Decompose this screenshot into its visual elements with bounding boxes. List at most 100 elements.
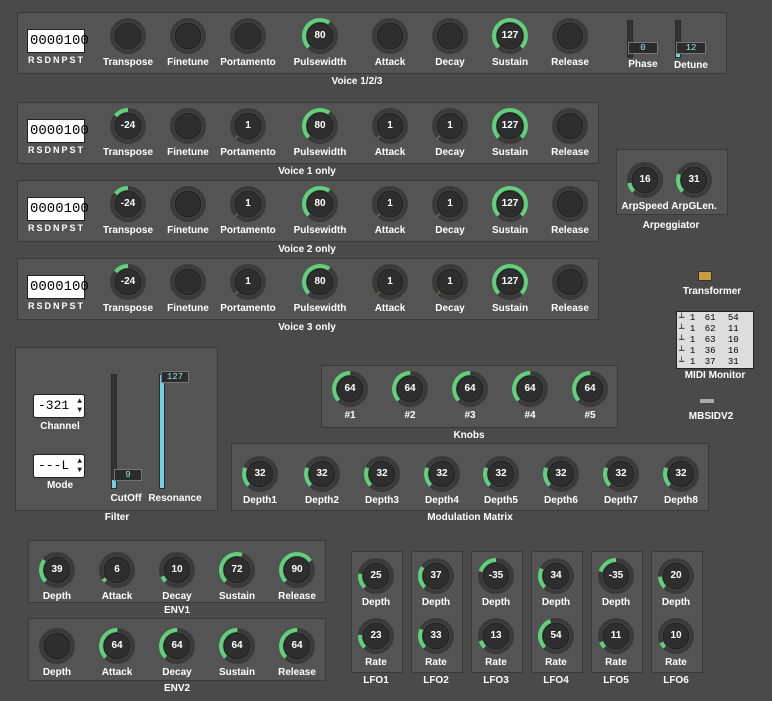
voice-knob-attack-dial (372, 18, 408, 54)
mod-depth-knob-6[interactable]: 32 Depth6 (542, 455, 580, 506)
voice-flags: RSDNPST (28, 301, 86, 311)
env2-knob-depth-dial (39, 628, 75, 664)
voice-knob-sustain[interactable]: 127 Sustain (491, 107, 529, 158)
mod-depth-knob-3[interactable]: 32 Depth3 (363, 455, 401, 506)
env1-knob-depth[interactable]: 39 Depth (38, 551, 76, 602)
macro-knob-4[interactable]: 64 #4 (511, 370, 549, 421)
macro-knob-1[interactable]: 64 #1 (331, 370, 369, 421)
env1-knob-release[interactable]: 90 Release (278, 551, 316, 602)
voice-knob-sustain[interactable]: 127 Sustain (491, 263, 529, 314)
voice-knob-finetune-dial (170, 108, 206, 144)
voice-knob-pulsewidth[interactable]: 80 Pulsewidth (294, 263, 346, 314)
voice-knob-sustain-value: 127 (501, 30, 519, 41)
env1-knob-attack[interactable]: 6 Attack (98, 551, 136, 602)
voice-knob-attack-label: Attack (374, 225, 406, 236)
spin-arrows-icon[interactable]: ▲ ▼ (77, 457, 82, 475)
voice-knob-pulsewidth[interactable]: 80 Pulsewidth (294, 185, 346, 236)
voice-knob-transpose[interactable]: -24 Transpose (103, 185, 153, 236)
voice-knob-decay[interactable]: 1 Decay (431, 263, 469, 314)
mod-depth-knob-7[interactable]: 32 Depth7 (602, 455, 640, 506)
voice-knob-transpose[interactable]: -24 Transpose (103, 107, 153, 158)
lfo6-rate-knob[interactable]: 10 Rate (657, 617, 695, 668)
voice-knob-finetune[interactable]: Finetune (167, 185, 209, 236)
voice-knob-decay[interactable]: 1 Decay (431, 107, 469, 158)
env2-knob-decay[interactable]: 64 Decay (158, 627, 196, 678)
lfo3-rate-knob[interactable]: 13 Rate (477, 617, 515, 668)
midi-monitor: ┴ 1 61 54 ┴ 1 62 11 ┴ 1 63 10 ┴ 1 36 16 ┴ 1 37 31 (676, 311, 754, 369)
voice-knob-decay[interactable]: Decay (431, 17, 469, 68)
resonance-slider[interactable] (159, 374, 165, 489)
voice-number-display[interactable]: 0000100 (27, 29, 89, 53)
voice-knob-portamento[interactable]: 1 Portamento (220, 107, 276, 158)
voice-knob-decay[interactable]: 1 Decay (431, 185, 469, 236)
voice-knob-release[interactable]: Release (551, 107, 589, 158)
voice-number-display[interactable]: 0000100 (27, 119, 89, 143)
mod-depth-knob-8[interactable]: 32 Depth8 (662, 455, 700, 506)
lfo5-depth-knob-value: -35 (608, 570, 624, 581)
mode-spinbox[interactable]: ---L ▲ ▼ (33, 454, 85, 478)
voice-knob-decay-value: 1 (447, 120, 453, 131)
lfo4-depth-knob[interactable]: 34 Depth (537, 557, 575, 608)
voice-knob-portamento[interactable]: 1 Portamento (220, 263, 276, 314)
voice-knob-portamento[interactable]: 1 Portamento (220, 185, 276, 236)
voice-knob-finetune[interactable]: Finetune (167, 17, 209, 68)
lfo3-depth-knob-label: Depth (481, 597, 511, 608)
voice-knob-sustain-label: Sustain (491, 147, 529, 158)
env2-knob-attack[interactable]: 64 Attack (98, 627, 136, 678)
voice-knob-sustain[interactable]: 127 Sustain (491, 17, 529, 68)
device-icon[interactable] (700, 399, 714, 403)
voice-knob-attack[interactable]: Attack (371, 17, 409, 68)
lfo1-depth-knob-value: 25 (370, 570, 382, 581)
voice-knob-finetune[interactable]: Finetune (167, 263, 209, 314)
env2-knob-sustain[interactable]: 64 Sustain (218, 627, 256, 678)
voice-knob-pulsewidth[interactable]: 80 Pulsewidth (294, 107, 346, 158)
lfo6-depth-knob[interactable]: 20 Depth (657, 557, 695, 608)
macro-knob-2[interactable]: 64 #2 (391, 370, 429, 421)
voice-knob-attack[interactable]: 1 Attack (371, 263, 409, 314)
lfo1-depth-knob[interactable]: 25 Depth (357, 557, 395, 608)
lfo4-depth-knob-label: Depth (541, 597, 571, 608)
env1-knob-depth-label: Depth (42, 591, 72, 602)
macro-knob-3[interactable]: 64 #3 (451, 370, 489, 421)
voice-number-display[interactable]: 0000100 (27, 275, 89, 299)
env2-knob-depth[interactable]: Depth (38, 627, 76, 678)
voice-knob-finetune-dial (170, 264, 206, 300)
voice-knob-transpose[interactable]: -24 Transpose (103, 263, 153, 314)
voice-knob-transpose[interactable]: Transpose (103, 17, 153, 68)
voice-knob-decay-value: 1 (447, 276, 453, 287)
voice-knob-release[interactable]: Release (551, 263, 589, 314)
lfo2-depth-knob[interactable]: 37 Depth (417, 557, 455, 608)
macro-knob-5[interactable]: 64 #5 (571, 370, 609, 421)
voice-knob-sustain[interactable]: 127 Sustain (491, 185, 529, 236)
voice-knob-decay-value: 1 (447, 198, 453, 209)
voice-knob-attack[interactable]: 1 Attack (371, 185, 409, 236)
channel-spinbox[interactable]: -321 ▲ ▼ (33, 394, 85, 418)
arp-speed-knob[interactable]: 16 ArpSpeed (621, 161, 669, 212)
mod-depth-knob-5[interactable]: 32 Depth5 (482, 455, 520, 506)
keyboard-icon[interactable] (698, 271, 712, 281)
voice-number-display[interactable]: 0000100 (27, 197, 89, 221)
lfo2-rate-knob[interactable]: 33 Rate (417, 617, 455, 668)
env1-knob-sustain[interactable]: 72 Sustain (218, 551, 256, 602)
voice-knob-pulsewidth[interactable]: 80 Pulsewidth (294, 17, 346, 68)
midi-cell: 1 (689, 335, 696, 345)
spin-arrows-icon[interactable]: ▲ ▼ (77, 397, 82, 415)
lfo1-rate-knob[interactable]: 23 Rate (357, 617, 395, 668)
lfo5-rate-knob[interactable]: 11 Rate (597, 617, 635, 668)
lfo4-rate-knob[interactable]: 54 Rate (537, 617, 575, 668)
env2-knob-attack-value: 64 (111, 640, 123, 651)
voice-knob-attack[interactable]: 1 Attack (371, 107, 409, 158)
voice-knob-release[interactable]: Release (551, 17, 589, 68)
mod-depth-knob-1[interactable]: 32 Depth1 (241, 455, 279, 506)
macro-knob-3-value: 64 (464, 383, 476, 394)
env2-knob-release[interactable]: 64 Release (278, 627, 316, 678)
mod-depth-knob-2[interactable]: 32 Depth2 (303, 455, 341, 506)
voice-knob-release[interactable]: Release (551, 185, 589, 236)
arp-gatelen-knob[interactable]: 31 ArpGLen. (671, 161, 717, 212)
voice-knob-finetune[interactable]: Finetune (167, 107, 209, 158)
env1-knob-decay[interactable]: 10 Decay (158, 551, 196, 602)
mod-depth-knob-4[interactable]: 32 Depth4 (423, 455, 461, 506)
lfo5-depth-knob[interactable]: -35 Depth (597, 557, 635, 608)
lfo3-depth-knob[interactable]: -35 Depth (477, 557, 515, 608)
voice-knob-portamento[interactable]: Portamento (220, 17, 276, 68)
